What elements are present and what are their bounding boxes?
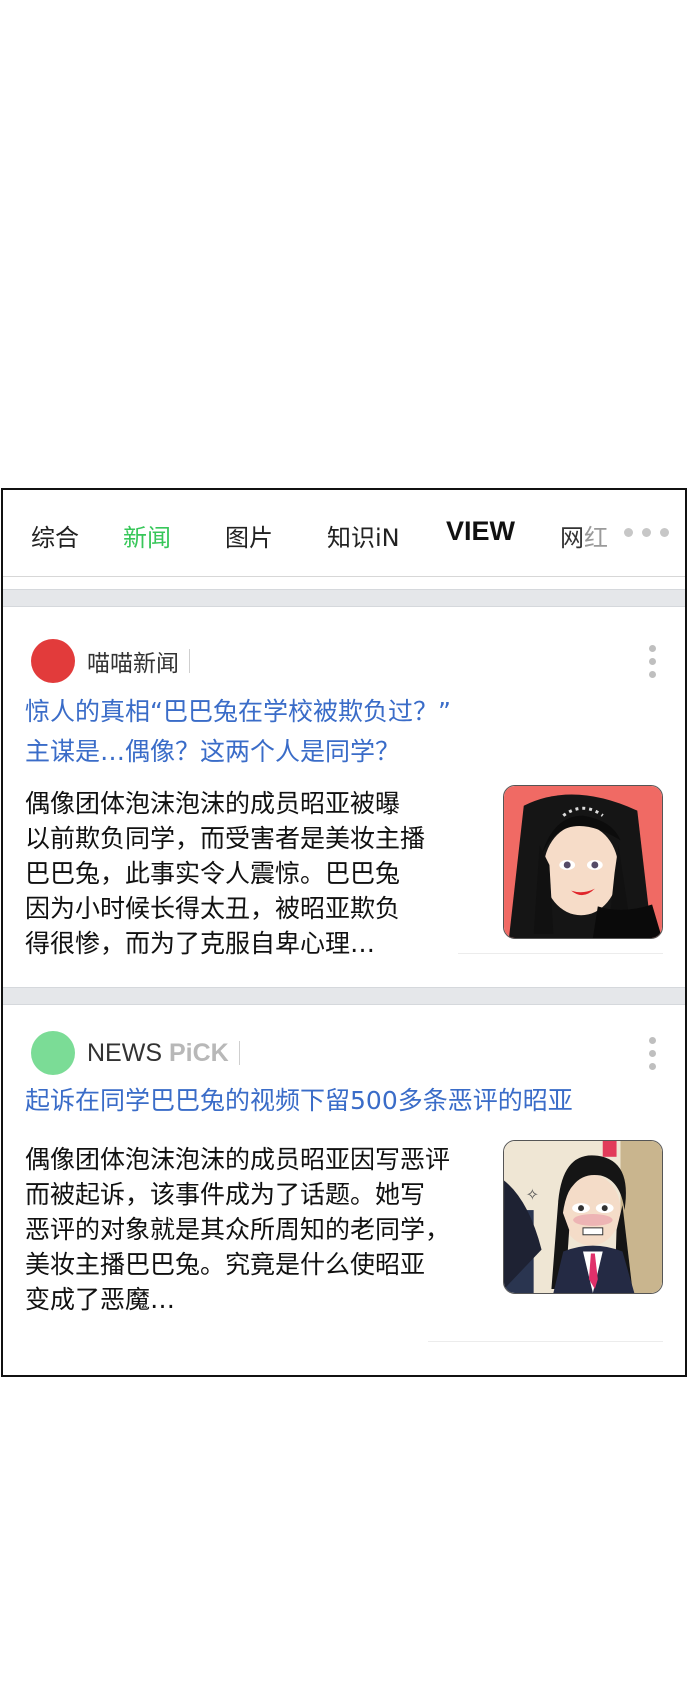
news-source[interactable]: NEWS PiCK bbox=[31, 1031, 240, 1075]
comic-girl-image bbox=[504, 786, 662, 938]
news-summary[interactable]: 偶像团体泡沫泡沫的成员昭亚被曝 以前欺负同学，而受害者是美妆主播 巴巴兔，此事实… bbox=[25, 786, 425, 961]
summary-line: 因为小时候长得太丑，被昭亚欺负 bbox=[25, 894, 401, 923]
summary-line: 而被起诉，该事件成为了话题。她写 bbox=[25, 1180, 426, 1209]
news-headline[interactable]: 起诉在同学巴巴兔的视频下留500多条恶评的昭亚 bbox=[25, 1081, 661, 1121]
summary-line: 偶像团体泡沫泡沫的成员昭亚因写恶评 bbox=[25, 1145, 451, 1174]
svg-text:✧: ✧ bbox=[526, 1185, 539, 1204]
tab-images[interactable]: 图片 bbox=[225, 518, 273, 553]
search-results-panel: 综合 新闻 图片 知识iN VIEW 网红 喵喵新闻 惊人的真相“巴巴兔在学校被… bbox=[1, 488, 687, 1377]
source-name-main: NEWS bbox=[87, 1038, 162, 1067]
summary-line: 巴巴兔，此事实令人震惊。巴巴兔 bbox=[25, 859, 401, 888]
news-card: 喵喵新闻 惊人的真相“巴巴兔在学校被欺负过？” 主谋是…偶像？这两个人是同学？ … bbox=[3, 607, 685, 987]
source-name: NEWS PiCK bbox=[87, 1039, 229, 1068]
news-thumbnail[interactable]: ✧ bbox=[503, 1140, 663, 1294]
source-name: 喵喵新闻 bbox=[87, 651, 179, 677]
more-options-icon[interactable] bbox=[649, 645, 657, 678]
source-name-accent: PiCK bbox=[168, 1038, 229, 1067]
more-tabs-icon[interactable] bbox=[624, 528, 669, 537]
headline-line: 主谋是…偶像？这两个人是同学？ bbox=[25, 737, 401, 766]
tab-knowledge-in[interactable]: 知识iN bbox=[327, 518, 400, 553]
category-tab-bar: 综合 新闻 图片 知识iN VIEW 网红 bbox=[3, 490, 685, 577]
section-divider bbox=[3, 987, 685, 1005]
summary-line: 以前欺负同学，而受害者是美妆主播 bbox=[25, 824, 426, 853]
news-headline[interactable]: 惊人的真相“巴巴兔在学校被欺负过？” 主谋是…偶像？这两个人是同学？ bbox=[25, 692, 661, 772]
tab-influencer-label-a: 网 bbox=[560, 524, 584, 552]
news-summary[interactable]: 偶像团体泡沫泡沫的成员昭亚因写恶评 而被起诉，该事件成为了话题。她写 恶评的对象… bbox=[25, 1142, 450, 1317]
summary-line: 恶评的对象就是其众所周知的老同学， bbox=[25, 1215, 451, 1244]
headline-line: 起诉在同学巴巴兔的视频下留500多条恶评的昭亚 bbox=[25, 1086, 573, 1115]
news-source[interactable]: 喵喵新闻 bbox=[31, 639, 190, 683]
source-divider bbox=[238, 1041, 240, 1065]
news-thumbnail[interactable] bbox=[503, 785, 663, 939]
source-logo bbox=[31, 639, 75, 683]
headline-line: 惊人的真相“巴巴兔在学校被欺负过？” bbox=[25, 697, 451, 726]
section-divider bbox=[3, 589, 685, 607]
tab-influencer-label-b: 红 bbox=[584, 524, 608, 552]
tab-general[interactable]: 综合 bbox=[31, 518, 79, 553]
source-divider bbox=[189, 649, 190, 673]
tab-news[interactable]: 新闻 bbox=[123, 518, 171, 553]
more-options-icon[interactable] bbox=[649, 1037, 657, 1070]
news-card: NEWS PiCK 起诉在同学巴巴兔的视频下留500多条恶评的昭亚 偶像团体泡沫… bbox=[3, 1005, 685, 1375]
source-logo bbox=[31, 1031, 75, 1075]
summary-line: 偶像团体泡沫泡沫的成员昭亚被曝 bbox=[25, 789, 401, 818]
comic-student-image: ✧ bbox=[504, 1141, 662, 1293]
card-divider bbox=[458, 953, 663, 954]
summary-line: 美妆主播巴巴兔。究竟是什么使昭亚 bbox=[25, 1250, 426, 1279]
card-divider bbox=[428, 1341, 663, 1342]
summary-line: 变成了恶魔… bbox=[25, 1285, 176, 1314]
tab-view[interactable]: VIEW bbox=[446, 516, 515, 547]
tab-influencer[interactable]: 网红 bbox=[560, 518, 608, 553]
summary-line: 得很惨，而为了克服自卑心理… bbox=[25, 929, 376, 958]
